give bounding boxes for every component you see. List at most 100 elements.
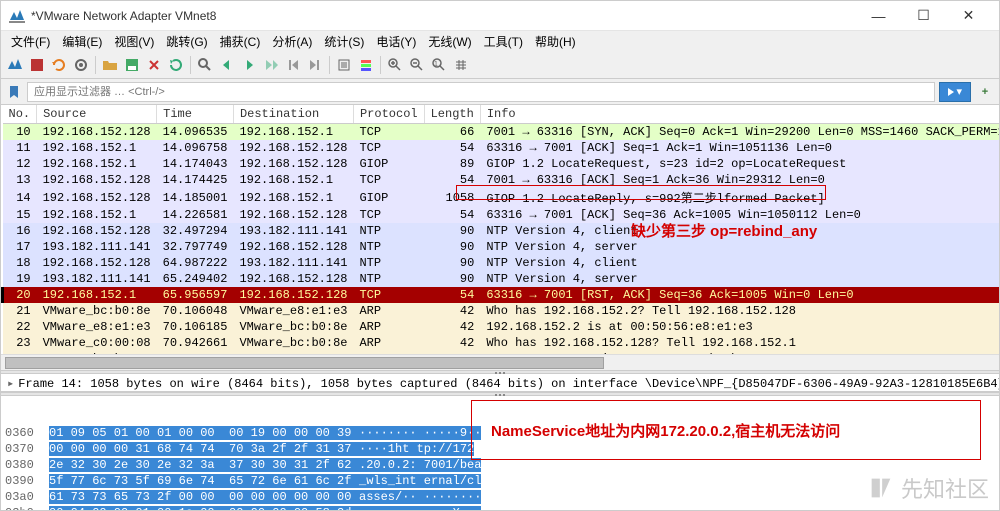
packet-detail-pane[interactable]: ▸Frame 14: 1058 bytes on wire (8464 bits… <box>1 374 999 392</box>
col-header-no[interactable]: No. <box>3 105 37 124</box>
table-row[interactable]: 11192.168.152.114.096758192.168.152.128T… <box>3 140 1000 156</box>
table-row[interactable]: 16192.168.152.12832.497294193.182.111.14… <box>3 223 1000 239</box>
zoom-reset-icon[interactable]: 1 <box>429 55 449 75</box>
hex-pane[interactable]: 036001 09 05 01 00 01 00 00 00 19 00 00 … <box>1 396 999 510</box>
capture-options-icon[interactable] <box>71 55 91 75</box>
cell-src: VMware_bc:b0:8e <box>37 303 157 319</box>
bookmark-icon[interactable] <box>5 83 23 101</box>
menu-analyze[interactable]: 分析(A) <box>266 31 318 52</box>
filterbar: ▾ + <box>1 79 999 105</box>
display-filter-input[interactable] <box>27 82 935 102</box>
add-filter-button[interactable]: + <box>975 82 995 102</box>
table-row[interactable]: 19193.182.111.14165.249402192.168.152.12… <box>3 271 1000 287</box>
cell-time: 70.106185 <box>157 319 234 335</box>
auto-scroll-icon[interactable] <box>334 55 354 75</box>
zoom-in-icon[interactable] <box>385 55 405 75</box>
table-row[interactable]: 23VMware_c0:00:0870.942661VMware_bc:b0:8… <box>3 335 1000 351</box>
menu-file[interactable]: 文件(F) <box>5 31 56 52</box>
col-header-destination[interactable]: Destination <box>233 105 353 124</box>
menu-help[interactable]: 帮助(H) <box>529 31 582 52</box>
cell-proto: TCP <box>353 124 424 141</box>
cell-len: 42 <box>424 335 480 351</box>
table-row[interactable]: 20192.168.152.165.956597192.168.152.128T… <box>3 287 1000 303</box>
menu-view[interactable]: 视图(V) <box>108 31 160 52</box>
cell-info: 63316 → 7001 [RST, ACK] Seq=36 Ack=1005 … <box>480 287 999 303</box>
close-button[interactable]: ✕ <box>946 2 991 30</box>
expand-arrow-icon[interactable]: ▸ <box>7 377 14 391</box>
cell-proto: ARP <box>353 319 424 335</box>
table-row[interactable]: 17193.182.111.14132.797749192.168.152.12… <box>3 239 1000 255</box>
col-header-time[interactable]: Time <box>157 105 234 124</box>
save-file-icon[interactable] <box>122 55 142 75</box>
maximize-button[interactable]: ☐ <box>901 2 946 30</box>
cell-info: GIOP 1.2 LocateRequest, s=23 id=2 op=Loc… <box>480 156 999 172</box>
go-to-packet-icon[interactable] <box>261 55 281 75</box>
hex-row[interactable]: 03a061 73 73 65 73 2f 00 00 00 00 00 00 … <box>5 489 995 505</box>
zoom-out-icon[interactable] <box>407 55 427 75</box>
packet-scrollbar-h[interactable] <box>1 354 999 370</box>
cell-len: 66 <box>424 124 480 141</box>
table-row[interactable]: 21VMware_bc:b0:8e70.106048VMware_e8:e1:e… <box>3 303 1000 319</box>
cell-no: 23 <box>3 335 37 351</box>
cell-src: 192.168.152.1 <box>37 287 157 303</box>
cell-len: 90 <box>424 271 480 287</box>
menu-go[interactable]: 跳转(G) <box>160 31 213 52</box>
apply-filter-button[interactable]: ▾ <box>939 82 971 102</box>
reload-icon[interactable] <box>166 55 186 75</box>
menu-wireless[interactable]: 无线(W) <box>422 31 477 52</box>
hex-row[interactable]: 036001 09 05 01 00 01 00 00 00 19 00 00 … <box>5 425 995 441</box>
table-row[interactable]: 10192.168.152.12814.096535192.168.152.1T… <box>3 124 1000 141</box>
cell-len: 90 <box>424 223 480 239</box>
hex-row[interactable]: 03802e 32 30 2e 30 2e 32 3a 37 30 30 31 … <box>5 457 995 473</box>
table-row[interactable]: 15192.168.152.114.226581192.168.152.128T… <box>3 207 1000 223</box>
cell-proto: TCP <box>353 140 424 156</box>
last-packet-icon[interactable] <box>305 55 325 75</box>
colorize-icon[interactable] <box>356 55 376 75</box>
cell-no: 18 <box>3 255 37 271</box>
cell-time: 32.797749 <box>157 239 234 255</box>
restart-capture-icon[interactable] <box>49 55 69 75</box>
minimize-button[interactable]: — <box>856 2 901 30</box>
find-icon[interactable] <box>195 55 215 75</box>
menu-tools[interactable]: 工具(T) <box>478 31 529 52</box>
cell-src: 192.168.152.1 <box>37 140 157 156</box>
close-file-icon[interactable] <box>144 55 164 75</box>
col-header-info[interactable]: Info <box>480 105 999 124</box>
cell-dst: 193.182.111.141 <box>233 255 353 271</box>
cell-no: 12 <box>3 156 37 172</box>
hex-row[interactable]: 03905f 77 6c 73 5f 69 6e 74 65 72 6e 61 … <box>5 473 995 489</box>
cell-proto: TCP <box>353 207 424 223</box>
table-row[interactable]: 22VMware_e8:e1:e370.106185VMware_bc:b0:8… <box>3 319 1000 335</box>
open-file-icon[interactable] <box>100 55 120 75</box>
go-forward-icon[interactable] <box>239 55 259 75</box>
col-header-protocol[interactable]: Protocol <box>353 105 424 124</box>
col-header-source[interactable]: Source <box>37 105 157 124</box>
cell-proto: NTP <box>353 223 424 239</box>
menu-telephony[interactable]: 电话(Y) <box>370 31 422 52</box>
first-packet-icon[interactable] <box>283 55 303 75</box>
table-row[interactable]: 13192.168.152.12814.174425192.168.152.1T… <box>3 172 1000 188</box>
menu-edit[interactable]: 编辑(E) <box>56 31 108 52</box>
cell-time: 14.174043 <box>157 156 234 172</box>
cell-info: NTP Version 4, client <box>480 255 999 271</box>
menu-statistics[interactable]: 统计(S) <box>318 31 370 52</box>
toolbar: 1 <box>1 51 999 79</box>
cell-len: 90 <box>424 255 480 271</box>
table-row[interactable]: 18192.168.152.12864.987222193.182.111.14… <box>3 255 1000 271</box>
start-capture-icon[interactable] <box>5 55 25 75</box>
cell-info: Who has 192.168.152.128? Tell 192.168.15… <box>480 335 999 351</box>
col-header-length[interactable]: Length <box>424 105 480 124</box>
hex-row[interactable]: 03b000 04 00 00 01 00 1a 00 00 00 00 00 … <box>5 505 995 510</box>
table-row[interactable]: 12192.168.152.114.174043192.168.152.128G… <box>3 156 1000 172</box>
hex-offset: 03a0 <box>5 489 49 505</box>
table-row[interactable]: 14192.168.152.12814.185001192.168.152.1G… <box>3 188 1000 207</box>
hex-row[interactable]: 037000 00 00 00 31 68 74 74 70 3a 2f 2f … <box>5 441 995 457</box>
resize-columns-icon[interactable] <box>451 55 471 75</box>
hex-bytes: 00 04 00 00 01 00 1a 00 00 00 00 00 58 2… <box>49 505 359 510</box>
menu-capture[interactable]: 捕获(C) <box>214 31 267 52</box>
cell-no: 11 <box>3 140 37 156</box>
cell-dst: 192.168.152.128 <box>233 156 353 172</box>
svg-text:1: 1 <box>434 61 438 68</box>
stop-capture-icon[interactable] <box>27 55 47 75</box>
go-back-icon[interactable] <box>217 55 237 75</box>
